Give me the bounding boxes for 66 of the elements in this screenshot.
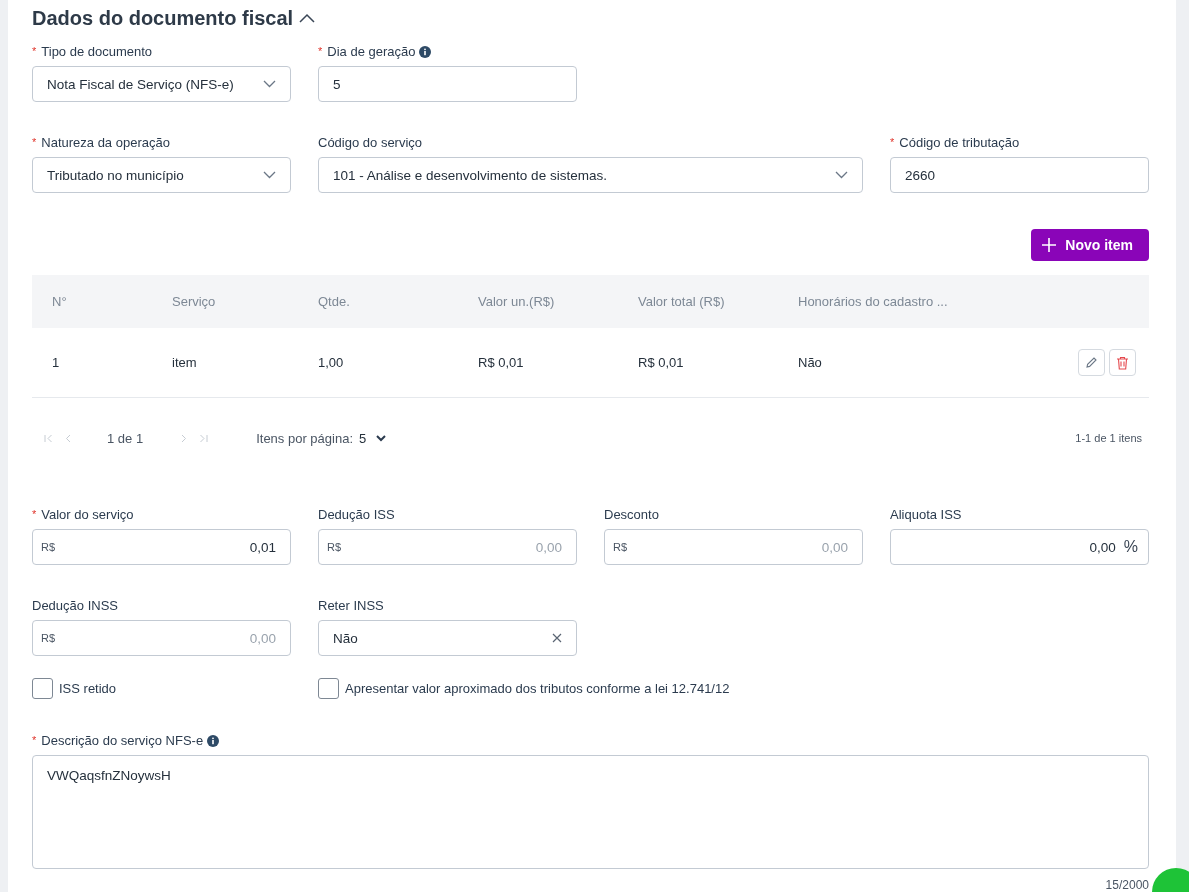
item-range: 1-1 de 1 itens [1075, 432, 1143, 445]
chevron-down-icon [835, 171, 848, 180]
checkbox-label: Apresentar valor aproximado dos tributos conforme a lei 12.741/12 [345, 681, 730, 696]
next-page-icon[interactable] [181, 433, 188, 443]
pencil-icon [1085, 356, 1098, 370]
select-field[interactable]: Tributado no município [32, 157, 291, 194]
field-label: Tipo de documento [41, 44, 153, 60]
required-asterisk: * [32, 135, 37, 151]
delete-button[interactable] [1109, 349, 1136, 377]
input-field[interactable]: 2660 [890, 157, 1149, 194]
column-header: Qtde. [318, 275, 478, 329]
field-label: Aliquota ISS [890, 507, 962, 522]
required-asterisk: * [32, 507, 37, 522]
page-size-select[interactable]: 5 [359, 430, 387, 446]
column-header: Serviço [172, 275, 318, 329]
column-header: Honorários do cadastro ... [798, 275, 998, 329]
column-header: N° [32, 275, 172, 329]
section-title: Dados do documento fiscal [32, 6, 294, 30]
checkbox[interactable] [32, 678, 53, 699]
textarea-field[interactable]: VWQaqsfnZNoywsH [32, 755, 1149, 869]
table-cell: R$ 0,01 [638, 328, 798, 399]
required-asterisk: * [890, 135, 895, 151]
currency-input-field[interactable]: R$ 0,00 [318, 529, 577, 565]
page-size-label: Itens por página: [256, 430, 353, 446]
currency-input-field[interactable]: R$ 0,01 [32, 529, 291, 565]
required-asterisk: * [318, 44, 323, 60]
currency-input-field[interactable]: R$ 0,00 [604, 529, 863, 565]
trash-icon [1116, 355, 1129, 370]
select-field[interactable]: 101 - Análise e desenvolvimento de sistemas. [318, 157, 863, 194]
chevron-down-icon [263, 80, 276, 89]
currency-input-field[interactable]: R$ 0,00 [32, 620, 291, 656]
table-cell: 1,00 [318, 328, 478, 399]
table-cell: item [172, 328, 318, 399]
checkbox-label: ISS retido [59, 681, 117, 696]
percent-input-field[interactable]: 0,00 % [890, 529, 1149, 565]
field-label: Desconto [604, 507, 659, 522]
edit-button[interactable] [1078, 349, 1105, 377]
field-label: Código de tributação [899, 135, 1020, 151]
chevron-up-icon[interactable] [299, 13, 316, 24]
previous-page-icon[interactable] [65, 433, 71, 443]
field-label: Natureza da operação [41, 135, 170, 151]
page-indicator: 1 de 1 [107, 430, 144, 446]
checkbox[interactable] [318, 678, 339, 699]
field-label: Código do serviço [318, 135, 423, 151]
column-header: Valor total (R$) [638, 275, 798, 329]
table-cell: 1 [32, 328, 172, 399]
table-cell: R$ 0,01 [478, 328, 638, 399]
clear-icon[interactable] [552, 633, 562, 643]
input-field[interactable]: 5 [318, 66, 577, 103]
table-cell: Não [798, 328, 998, 399]
field-label: Descrição do serviço NFS-e [41, 733, 204, 748]
field-label: Valor do serviço [41, 507, 134, 522]
select-field[interactable]: Não [318, 620, 577, 656]
required-asterisk: * [32, 44, 37, 60]
character-counter: 15/2000 [1105, 878, 1149, 892]
chevron-down-icon [376, 434, 387, 442]
chevron-down-icon [263, 171, 276, 180]
new-item-button[interactable]: Novo item [1031, 229, 1149, 262]
field-label: Reter INSS [318, 598, 384, 613]
plus-icon [1041, 237, 1058, 254]
required-asterisk: * [32, 733, 37, 748]
column-header: Valor un.(R$) [478, 275, 638, 329]
field-label: Dedução INSS [32, 598, 118, 613]
select-field[interactable]: Nota Fiscal de Serviço (NFS-e) [32, 66, 291, 103]
field-label: Dedução ISS [318, 507, 395, 522]
field-label: Dia de geração [327, 44, 416, 60]
